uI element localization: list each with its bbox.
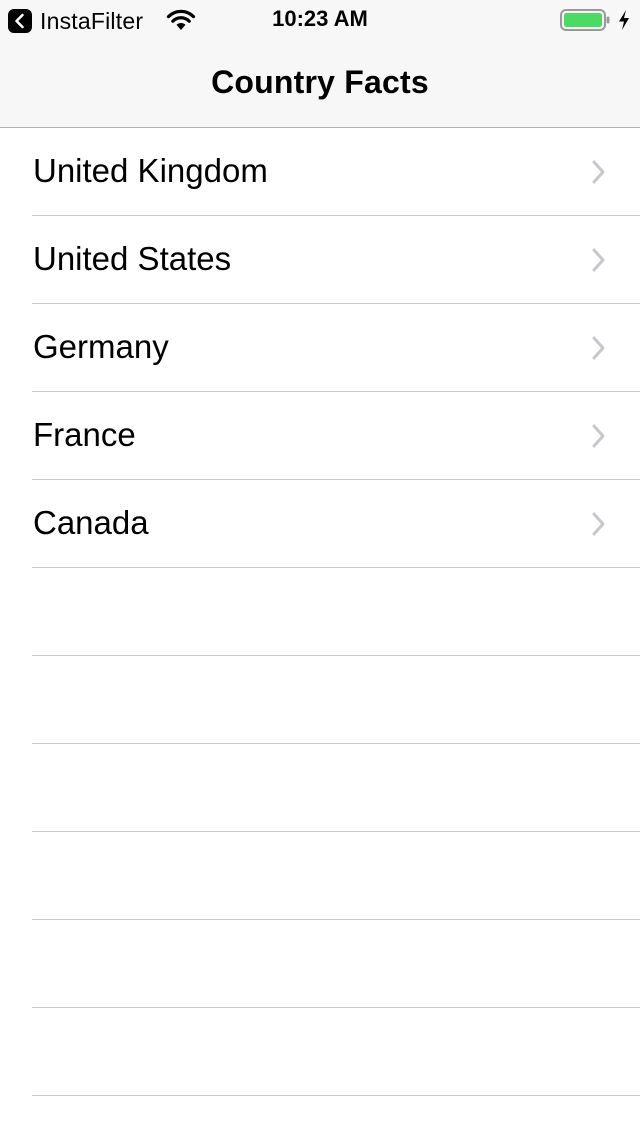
empty-row [0,656,640,744]
list-item-france[interactable]: France [0,392,640,480]
empty-row [0,920,640,1008]
list-item-label: Canada [33,504,149,541]
chevron-right-icon [592,512,605,536]
empty-row [0,832,640,920]
empty-row [0,1008,640,1096]
status-time: 10:23 AM [272,6,368,31]
list-item-label: France [33,416,136,453]
chevron-right-icon [592,336,605,360]
list-item-canada[interactable]: Canada [0,480,640,568]
status-bar: InstaFilter 10:23 AM [0,0,640,40]
chevron-right-icon [592,424,605,448]
list-item-label: United Kingdom [33,152,268,189]
list-item-united-states[interactable]: United States [0,216,640,304]
page-title: Country Facts [211,64,429,100]
country-table: United Kingdom United States Germany Fra… [0,128,640,1096]
list-item-germany[interactable]: Germany [0,304,640,392]
charging-bolt-icon [619,10,629,30]
chevron-right-icon [592,248,605,272]
list-item-label: United States [33,240,232,277]
empty-row [0,568,640,656]
empty-row [0,744,640,832]
chevron-right-icon [592,160,605,184]
list-item-label: Germany [33,328,169,365]
list-item-united-kingdom[interactable]: United Kingdom [0,128,640,216]
navigation-header: InstaFilter 10:23 AM Country Facts [0,0,640,128]
battery-icon [560,9,610,31]
